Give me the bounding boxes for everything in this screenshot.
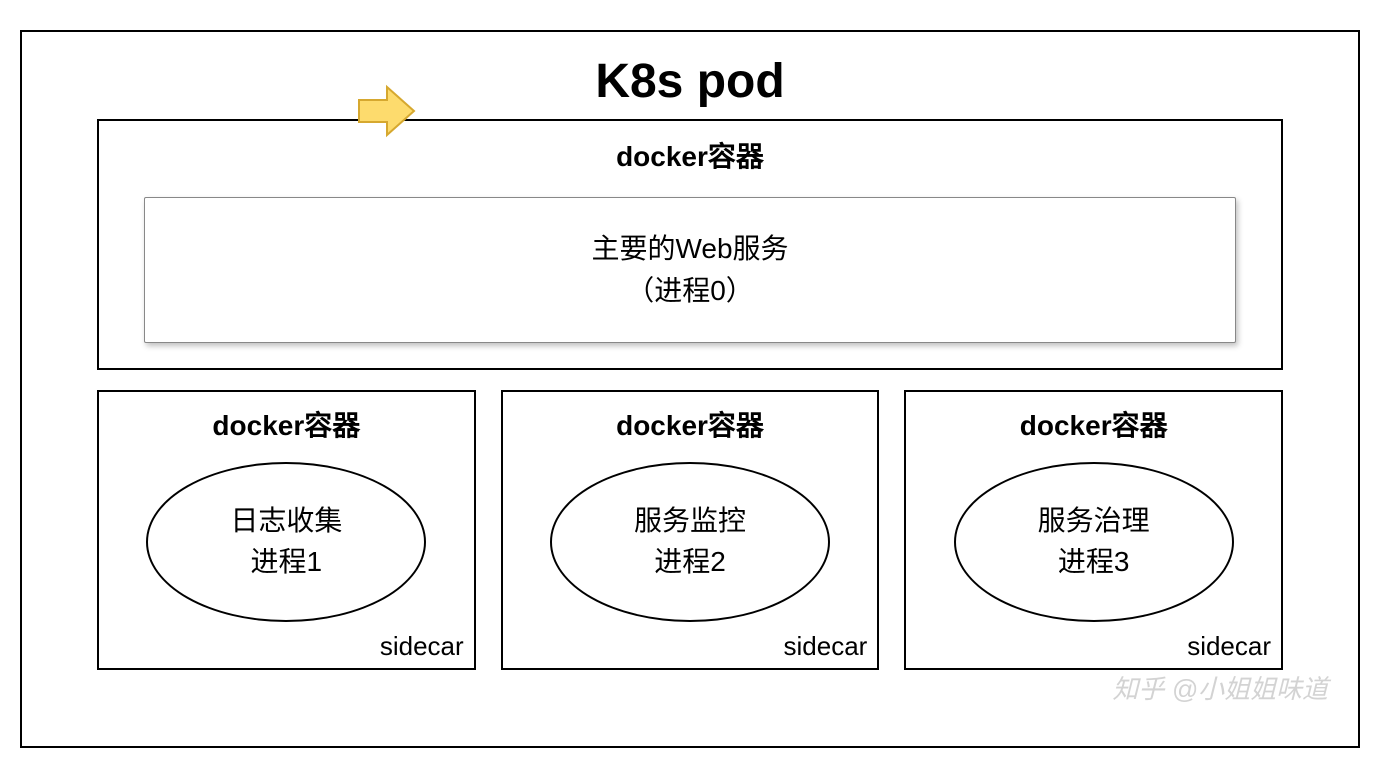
sidecar-title-2: docker容器 [513, 404, 868, 444]
ellipse-wrap-2: 服务监控 进程2 [513, 462, 868, 622]
sidecar3-line2: 进程3 [1058, 542, 1130, 583]
web-service-line1: 主要的Web服务 [155, 228, 1225, 270]
sidecar1-line2: 进程1 [251, 542, 323, 583]
k8s-pod-box: K8s pod docker容器 主要的Web服务 （进程0） docker容器… [20, 30, 1360, 748]
web-service-line2: （进程0） [155, 270, 1225, 312]
sidecar1-line1: 日志收集 [230, 501, 342, 542]
pod-title: K8s pod [97, 54, 1283, 109]
ellipse-wrap-3: 服务治理 进程3 [916, 462, 1271, 622]
sidecar-ellipse-2: 服务监控 进程2 [550, 462, 830, 622]
sidecar-ellipse-1: 日志收集 进程1 [146, 462, 426, 622]
web-service-box: 主要的Web服务 （进程0） [144, 197, 1236, 343]
sidecar-title-3: docker容器 [916, 404, 1271, 444]
sidecar-ellipse-3: 服务治理 进程3 [954, 462, 1234, 622]
arrow-right-icon [357, 84, 417, 138]
sidecar-container-1: docker容器 日志收集 进程1 sidecar [97, 390, 476, 670]
sidecars-row: docker容器 日志收集 进程1 sidecar docker容器 服务监控 … [97, 390, 1283, 670]
sidecar-container-2: docker容器 服务监控 进程2 sidecar [501, 390, 880, 670]
sidecar-label-1: sidecar [380, 631, 464, 662]
sidecar3-line1: 服务治理 [1038, 501, 1150, 542]
sidecar-title-1: docker容器 [109, 404, 464, 444]
sidecar2-line1: 服务监控 [634, 501, 746, 542]
watermark-text: 知乎 @小姐姐味道 [1112, 669, 1328, 706]
sidecar2-line2: 进程2 [654, 542, 726, 583]
sidecar-label-3: sidecar [1187, 631, 1271, 662]
sidecar-container-3: docker容器 服务治理 进程3 sidecar [904, 390, 1283, 670]
ellipse-wrap-1: 日志收集 进程1 [109, 462, 464, 622]
sidecar-label-2: sidecar [784, 631, 868, 662]
main-docker-container: docker容器 主要的Web服务 （进程0） [97, 119, 1283, 370]
main-container-title: docker容器 [144, 135, 1236, 175]
